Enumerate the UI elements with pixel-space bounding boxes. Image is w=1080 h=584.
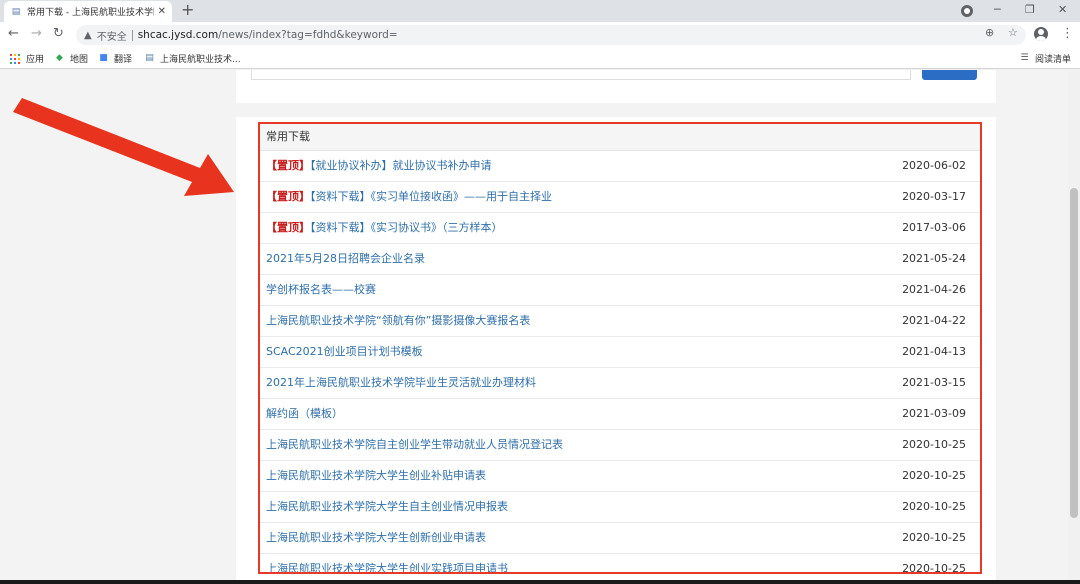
bookmark-label: 应用 — [26, 55, 45, 65]
translate-icon: ■ — [99, 53, 108, 63]
list-item[interactable]: 上海民航职业技术学院大学生创业实践项目申请书 2020-10-25 — [260, 554, 980, 574]
pinned-tag: 【置顶】 — [266, 221, 310, 234]
url-host: shcac.jysd.com — [137, 29, 219, 41]
close-icon[interactable]: ✕ — [158, 6, 166, 17]
list-header: 常用下载 — [260, 124, 980, 151]
list-item[interactable]: 【置顶】【资料下载】《实习协议书》（三方样本） 2017-03-06 — [260, 213, 980, 244]
item-title-link[interactable]: 上海民航职业技术学院“领航有你”摄影摄像大赛报名表 — [266, 314, 530, 327]
item-date: 2020-10-25 — [902, 562, 966, 574]
list-item[interactable]: 解约函（模板） 2021-03-09 — [260, 399, 980, 430]
site-favicon: ▤ — [145, 53, 154, 63]
search-button[interactable] — [922, 70, 977, 80]
item-date: 2017-03-06 — [902, 221, 966, 234]
item-title-link[interactable]: 上海民航职业技术学院大学生创业补贴申请表 — [266, 469, 486, 482]
item-date: 2021-04-13 — [902, 345, 966, 358]
document-icon: ▤ — [11, 6, 21, 17]
reading-list-label: 阅读清单 — [1035, 55, 1072, 65]
tab-strip: ▤ 常用下载 - 上海民航职业技术学院 ✕ + ─ ❐ ✕ — [0, 0, 1080, 22]
item-title-link[interactable]: 【资料下载】《实习协议书》（三方样本） — [310, 221, 503, 234]
downloads-list: 常用下载 【置顶】【就业协议补办】就业协议书补办申请 2020-06-02 【置顶】… — [258, 122, 982, 574]
list-item[interactable]: 上海民航职业技术学院大学生创新创业申请表 2020-10-25 — [260, 523, 980, 554]
list-item[interactable]: 【置顶】【就业协议补办】就业协议书补办申请 2020-06-02 — [260, 151, 980, 182]
red-arrow-icon — [13, 98, 234, 196]
list-item[interactable]: 2021年5月28日招聘会企业名录 2021-05-24 — [260, 244, 980, 275]
item-date: 2020-06-02 — [902, 159, 966, 172]
item-title-link[interactable]: 学创杯报名表——校赛 — [266, 283, 376, 296]
address-bar[interactable]: ▲ 不安全 shcac.jysd.com/news/index?tag=fdhd… — [76, 25, 1026, 45]
item-date: 2021-04-26 — [902, 283, 966, 296]
restore-icon[interactable]: ❐ — [1025, 3, 1035, 16]
reload-icon[interactable]: ↻ — [53, 26, 64, 41]
reading-list-icon: ☰ — [1020, 53, 1029, 63]
scrollbar-thumb[interactable] — [1070, 188, 1078, 518]
item-date: 2020-10-25 — [902, 438, 966, 451]
item-date: 2021-03-09 — [902, 407, 966, 420]
item-date: 2020-10-25 — [902, 469, 966, 482]
bookmark-label: 翻译 — [114, 55, 133, 65]
star-icon[interactable]: ☆ — [1008, 26, 1018, 39]
browser-toolbar: ← → ↻ ▲ 不安全 shcac.jysd.com/news/index?ta… — [0, 22, 1080, 48]
list-item[interactable]: 学创杯报名表——校赛 2021-04-26 — [260, 275, 980, 306]
apps-grid-icon — [10, 53, 20, 64]
item-title-link[interactable]: 【就业协议补办】就业协议书补办申请 — [310, 159, 492, 172]
bookmark-map[interactable]: ◆ 地图 — [54, 52, 88, 65]
list-item[interactable]: 上海民航职业技术学院大学生自主创业情况申报表 2020-10-25 — [260, 492, 980, 523]
item-title-link[interactable]: 2021年上海民航职业技术学院毕业生灵活就业办理材料 — [266, 376, 536, 389]
forward-icon[interactable]: → — [31, 26, 42, 41]
list-item[interactable]: 上海民航职业技术学院“领航有你”摄影摄像大赛报名表 2021-04-22 — [260, 306, 980, 337]
list-item[interactable]: 2021年上海民航职业技术学院毕业生灵活就业办理材料 2021-03-15 — [260, 368, 980, 399]
plus-icon[interactable]: + — [181, 2, 194, 18]
item-title-link[interactable]: SCAC2021创业项目计划书模板 — [266, 345, 423, 358]
bookmark-label: 地图 — [70, 55, 89, 65]
back-icon[interactable]: ← — [8, 26, 19, 41]
bookmark-site[interactable]: ▤ 上海民航职业技术... — [144, 52, 241, 65]
item-title-link[interactable]: 【资料下载】《实习单位接收函》——用于自主择业 — [310, 190, 552, 203]
bookmarks-bar: 应用 ◆ 地图 ■ 翻译 ▤ 上海民航职业技术... ☰ 阅读清单 — [0, 48, 1080, 69]
profile-indicator-icon[interactable] — [961, 5, 973, 17]
zoom-icon[interactable]: ⊕ — [985, 26, 994, 39]
list-rows: 【置顶】【就业协议补办】就业协议书补办申请 2020-06-02 【置顶】【资料下载… — [260, 151, 980, 574]
bookmark-apps[interactable]: 应用 — [10, 52, 44, 65]
reading-list[interactable]: ☰ 阅读清单 — [1019, 52, 1071, 65]
avatar[interactable] — [1034, 27, 1048, 41]
item-title-link[interactable]: 上海民航职业技术学院大学生创业实践项目申请书 — [266, 562, 508, 572]
pinned-tag: 【置顶】 — [266, 159, 310, 172]
browser-tab[interactable]: ▤ 常用下载 - 上海民航职业技术学院 ✕ — [4, 1, 172, 22]
bookmark-translate[interactable]: ■ 翻译 — [98, 52, 132, 65]
list-item[interactable]: 上海民航职业技术学院自主创业学生带动就业人员情况登记表 2020-10-25 — [260, 430, 980, 461]
bottom-edge — [0, 580, 1080, 584]
list-item[interactable]: 上海民航职业技术学院大学生创业补贴申请表 2020-10-25 — [260, 461, 980, 492]
item-title-link[interactable]: 上海民航职业技术学院大学生自主创业情况申报表 — [266, 500, 508, 513]
item-date: 2021-04-22 — [902, 314, 966, 327]
pinned-tag: 【置顶】 — [266, 190, 310, 203]
section-gap — [236, 103, 996, 117]
scrollbar[interactable] — [1068, 70, 1080, 584]
item-date: 2021-05-24 — [902, 252, 966, 265]
menu-icon[interactable]: ⋮ — [1061, 26, 1074, 41]
warning-icon[interactable]: ▲ — [84, 30, 92, 41]
url-path: /news/index?tag=fdhd&keyword= — [218, 29, 398, 41]
item-title-link[interactable]: 解约函（模板） — [266, 407, 343, 420]
insecure-label[interactable]: 不安全 — [97, 28, 127, 43]
search-input[interactable] — [251, 70, 911, 80]
divider — [131, 29, 133, 41]
window-close-icon[interactable]: ✕ — [1058, 3, 1067, 16]
item-date: 2020-10-25 — [902, 500, 966, 513]
tab-title: 常用下载 - 上海民航职业技术学院 — [27, 8, 154, 18]
bookmark-label: 上海民航职业技术... — [160, 55, 241, 65]
list-item[interactable]: SCAC2021创业项目计划书模板 2021-04-13 — [260, 337, 980, 368]
minimize-icon[interactable]: ─ — [994, 3, 1001, 16]
list-item[interactable]: 【置顶】【资料下载】《实习单位接收函》——用于自主择业 2020-03-17 — [260, 182, 980, 213]
url-text[interactable]: shcac.jysd.com/news/index?tag=fdhd&keywo… — [138, 29, 398, 41]
item-date: 2020-03-17 — [902, 190, 966, 203]
item-title-link[interactable]: 上海民航职业技术学院自主创业学生带动就业人员情况登记表 — [266, 438, 563, 451]
item-title-link[interactable]: 2021年5月28日招聘会企业名录 — [266, 252, 425, 265]
page-content: 常用下载 【置顶】【就业协议补办】就业协议书补办申请 2020-06-02 【置顶】… — [0, 70, 1080, 584]
item-date: 2021-03-15 — [902, 376, 966, 389]
item-date: 2020-10-25 — [902, 531, 966, 544]
item-title-link[interactable]: 上海民航职业技术学院大学生创新创业申请表 — [266, 531, 486, 544]
map-icon: ◆ — [56, 53, 63, 63]
